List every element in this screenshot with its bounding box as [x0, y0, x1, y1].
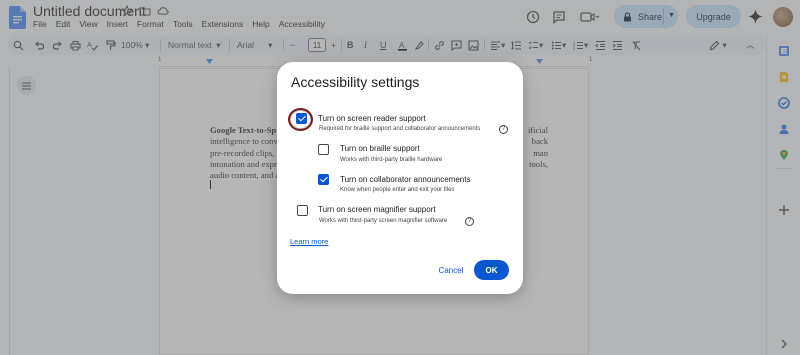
braille-description: Works with third-party braille hardware	[340, 157, 443, 163]
braille-label[interactable]: Turn on braille support	[340, 144, 420, 153]
screen-reader-description: Required for braille support and collabo…	[319, 126, 481, 132]
braille-checkbox[interactable]	[318, 144, 329, 155]
cancel-button[interactable]: Cancel	[434, 263, 468, 277]
screen-magnifier-label[interactable]: Turn on screen magnifier support	[318, 205, 436, 214]
dialog-title: Accessibility settings	[291, 74, 420, 90]
screen-reader-checkbox[interactable]	[296, 113, 307, 124]
help-icon[interactable]: ?	[499, 125, 508, 134]
ok-button[interactable]: OK	[474, 260, 509, 280]
collaborator-announcements-checkbox[interactable]	[318, 174, 329, 185]
help-icon[interactable]: ?	[465, 217, 474, 226]
screen-magnifier-description: Works with third-party screen magnifier …	[319, 218, 448, 224]
collaborator-announcements-description: Know when people enter and exit your fil…	[340, 187, 455, 193]
screen-reader-label[interactable]: Turn on screen reader support	[318, 114, 426, 123]
learn-more-link[interactable]: Learn more	[290, 237, 328, 246]
collaborator-announcements-label[interactable]: Turn on collaborator announcements	[340, 175, 470, 184]
screen-magnifier-checkbox[interactable]	[297, 205, 308, 216]
